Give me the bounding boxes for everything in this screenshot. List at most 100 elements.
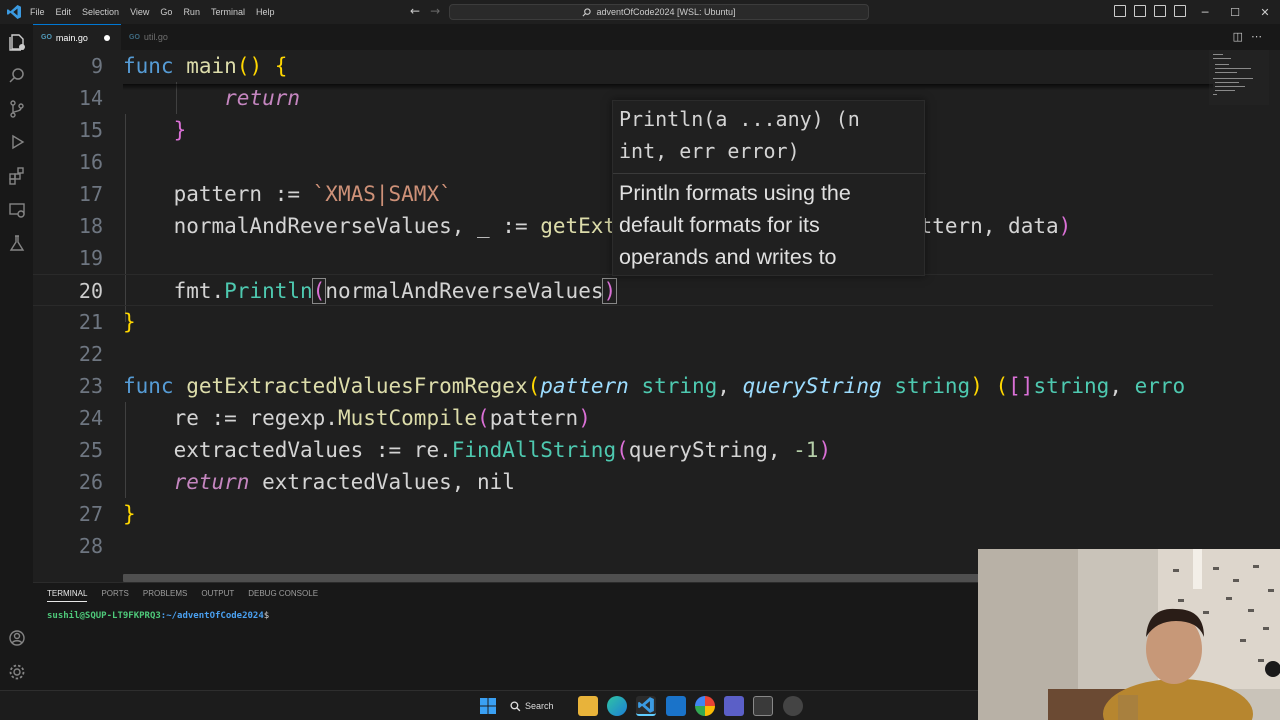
tab-ports[interactable]: PORTS bbox=[101, 589, 128, 602]
hover-tooltip: Println(a ...any) (n int, err error) Pri… bbox=[612, 100, 926, 276]
file-explorer-icon[interactable] bbox=[578, 696, 598, 716]
settings-gear-icon[interactable] bbox=[7, 662, 27, 682]
taskbar-search-label: Search bbox=[525, 701, 554, 711]
code-line: 26 return extractedValues, nil bbox=[33, 466, 1213, 498]
unsaved-dot-icon[interactable] bbox=[103, 34, 110, 41]
line-number: 18 bbox=[78, 214, 103, 238]
code-text: return bbox=[224, 86, 301, 110]
code-text: re := regexp.MustCompile(pattern) bbox=[173, 406, 591, 430]
toggle-secondary-sidebar-icon[interactable] bbox=[1154, 5, 1166, 17]
terminal-user: sushil@SQUP-LT9FKPRQ3 bbox=[47, 611, 161, 621]
chrome-icon[interactable] bbox=[695, 696, 715, 716]
command-center-label: adventOfCode2024 [WSL: Ubuntu] bbox=[596, 7, 736, 17]
webcam-overlay bbox=[978, 549, 1280, 720]
taskbar-search[interactable]: Search bbox=[510, 697, 565, 715]
more-actions-icon[interactable]: ⋯ bbox=[1251, 30, 1262, 43]
menu-terminal[interactable]: Terminal bbox=[211, 7, 245, 17]
tab-output[interactable]: OUTPUT bbox=[201, 589, 234, 602]
menu-selection[interactable]: Selection bbox=[82, 7, 119, 17]
menu-run[interactable]: Run bbox=[183, 7, 200, 17]
vscode-logo-icon bbox=[7, 5, 21, 19]
source-control-icon[interactable] bbox=[7, 99, 27, 119]
line-number: 26 bbox=[78, 470, 103, 494]
teams-icon[interactable] bbox=[724, 696, 744, 716]
tab-terminal[interactable]: TERMINAL bbox=[47, 589, 88, 602]
minimap[interactable] bbox=[1209, 50, 1269, 105]
windows-start-icon[interactable] bbox=[479, 697, 497, 715]
window-controls: ─ ☐ ✕ bbox=[1190, 0, 1280, 24]
minimize-icon[interactable]: ─ bbox=[1190, 6, 1220, 19]
edge-browser-icon[interactable] bbox=[607, 696, 627, 716]
code-line: 22 bbox=[33, 338, 1213, 370]
menu-file[interactable]: File bbox=[30, 7, 45, 17]
search-icon bbox=[510, 700, 521, 711]
command-center[interactable]: adventOfCode2024 [WSL: Ubuntu] bbox=[449, 4, 869, 20]
extensions-icon[interactable] bbox=[7, 166, 27, 186]
tab-main-go[interactable]: GO main.go bbox=[33, 24, 121, 50]
customize-layout-icon[interactable] bbox=[1174, 5, 1186, 17]
search-icon bbox=[582, 7, 592, 16]
menu-go[interactable]: Go bbox=[160, 7, 172, 17]
toggle-sidebar-icon[interactable] bbox=[1114, 5, 1126, 17]
tab-debug-console[interactable]: DEBUG CONSOLE bbox=[248, 589, 318, 602]
account-icon[interactable] bbox=[7, 628, 27, 648]
vscode-taskbar-icon[interactable] bbox=[636, 696, 656, 716]
hover-signature: Println(a ...any) (n int, err error) bbox=[619, 103, 919, 167]
terminal-dollar: $ bbox=[263, 611, 270, 621]
line-number: 23 bbox=[78, 374, 103, 398]
outlook-icon[interactable] bbox=[666, 696, 686, 716]
code-line: 27 } bbox=[33, 498, 1213, 530]
go-file-icon: GO bbox=[41, 34, 52, 41]
go-file-icon: GO bbox=[129, 33, 140, 41]
panel-tabs: TERMINAL PORTS PROBLEMS OUTPUT DEBUG CON… bbox=[47, 589, 318, 602]
webcam-feed-image bbox=[978, 549, 1280, 720]
menu-help[interactable]: Help bbox=[256, 7, 275, 17]
tab-label: util.go bbox=[143, 32, 168, 42]
forward-arrow-icon[interactable]: → bbox=[430, 4, 440, 18]
hover-doc-line: operands and writes to bbox=[619, 245, 837, 269]
line-number: 22 bbox=[78, 342, 103, 366]
code-line-current: 20 fmt.Println(normalAndReverseValues) bbox=[33, 274, 1213, 306]
run-debug-icon[interactable] bbox=[7, 132, 27, 152]
terminal-app-icon[interactable] bbox=[753, 696, 773, 716]
editor-actions: ◫ ⋯ bbox=[1233, 30, 1262, 43]
toggle-panel-icon[interactable] bbox=[1134, 5, 1146, 17]
explorer-icon[interactable] bbox=[7, 32, 27, 52]
line-number: 28 bbox=[78, 534, 103, 558]
code-text: func getExtractedValuesFromRegex(pattern… bbox=[123, 374, 1186, 398]
code-text: } bbox=[123, 502, 136, 526]
code-text: return extractedValues, nil bbox=[173, 470, 515, 494]
terminal-prompt[interactable]: sushil@SQUP-LT9FKPRQ3:~/adventOfCode2024… bbox=[47, 611, 269, 621]
editor-tabs: GO main.go GO util.go ◫ ⋯ bbox=[33, 24, 1280, 50]
hover-divider bbox=[613, 173, 926, 174]
terminal-path: :~/adventOfCode2024 bbox=[160, 611, 264, 621]
back-arrow-icon[interactable]: ← bbox=[410, 4, 420, 18]
line-number: 20 bbox=[78, 279, 103, 303]
maximize-icon[interactable]: ☐ bbox=[1220, 6, 1250, 19]
code-text: fmt.Println(normalAndReverseValues) bbox=[173, 278, 618, 304]
code-line: 25 extractedValues := re.FindAllString(q… bbox=[33, 434, 1213, 466]
line-number: 24 bbox=[78, 406, 103, 430]
hover-doc-line: Println formats using the bbox=[619, 181, 851, 205]
hover-signature-line: Println(a ...any) (n bbox=[619, 107, 860, 131]
app-icon[interactable] bbox=[783, 696, 803, 716]
hover-documentation: Println formats using the default format… bbox=[619, 177, 919, 273]
title-bar: File Edit Selection View Go Run Terminal… bbox=[0, 0, 1280, 24]
menu-view[interactable]: View bbox=[130, 7, 149, 17]
code-text: } bbox=[123, 310, 136, 334]
activity-bar bbox=[0, 24, 33, 690]
line-number: 15 bbox=[78, 118, 103, 142]
code-line: 24 re := regexp.MustCompile(pattern) bbox=[33, 402, 1213, 434]
remote-explorer-icon[interactable] bbox=[7, 200, 27, 220]
close-icon[interactable]: ✕ bbox=[1250, 6, 1280, 19]
menu-bar: File Edit Selection View Go Run Terminal… bbox=[30, 0, 285, 24]
horizontal-scrollbar[interactable] bbox=[123, 574, 983, 582]
tab-label: main.go bbox=[55, 32, 88, 43]
split-editor-icon[interactable]: ◫ bbox=[1233, 30, 1243, 43]
search-icon[interactable] bbox=[7, 66, 27, 86]
tab-problems[interactable]: PROBLEMS bbox=[143, 589, 187, 602]
testing-icon[interactable] bbox=[7, 233, 27, 253]
menu-edit[interactable]: Edit bbox=[56, 7, 72, 17]
tab-util-go[interactable]: GO util.go bbox=[123, 24, 203, 50]
nav-arrows: ← → bbox=[410, 4, 440, 18]
